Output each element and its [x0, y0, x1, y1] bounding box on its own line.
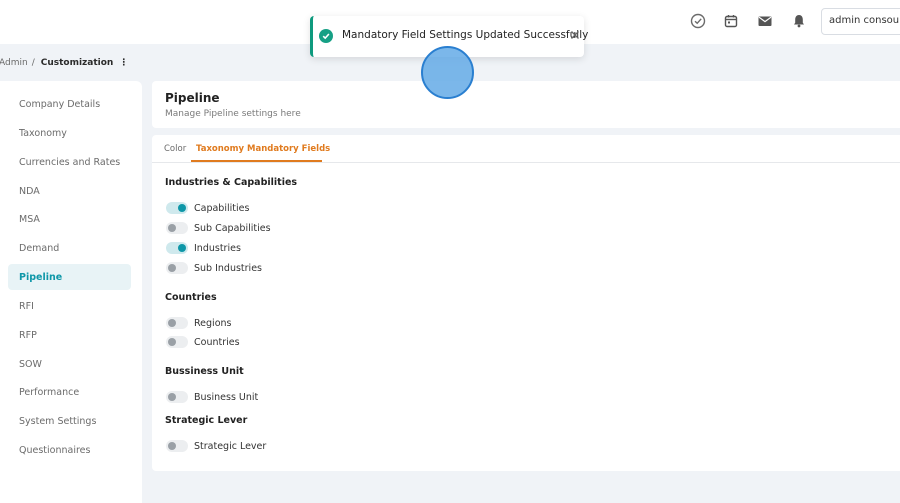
section-title-strategic-lever: Strategic Lever [165, 415, 248, 426]
tab-bar: Color Taxonomy Mandatory Fields [152, 135, 900, 163]
toggle-sub-industries[interactable]: Sub Industries [166, 261, 262, 275]
section-title-countries: Countries [165, 292, 217, 303]
toggle-label: Business Unit [194, 391, 259, 403]
sidebar-item-label: MSA [19, 213, 40, 225]
sidebar-item-label: Company Details [19, 98, 101, 110]
sidebar-item-label: System Settings [19, 415, 97, 427]
toggle-switch[interactable] [166, 336, 188, 348]
breadcrumb-current: Customization [40, 58, 114, 68]
sidebar-item-label: Pipeline [19, 271, 63, 283]
sidebar-item-performance[interactable]: Performance [8, 379, 131, 405]
sidebar-item-sow[interactable]: SOW [8, 351, 131, 377]
toggle-switch[interactable] [166, 262, 188, 274]
sidebar-item-label: Questionnaires [19, 444, 91, 456]
toggle-countries[interactable]: Countries [166, 335, 240, 349]
sidebar-item-label: Performance [19, 386, 80, 398]
user-menu[interactable]: admin consourc [821, 8, 900, 35]
toggle-switch[interactable] [166, 202, 188, 214]
sidebar-item-label: Currencies and Rates [19, 156, 121, 168]
sidebar-item-pipeline[interactable]: Pipeline [8, 264, 131, 290]
toggle-label: Industries [194, 242, 241, 254]
tab-taxonomy-mandatory-fields[interactable]: Taxonomy Mandatory Fields [196, 144, 330, 154]
mail-icon[interactable] [756, 12, 774, 30]
toggle-capabilities[interactable]: Capabilities [166, 201, 249, 215]
toggle-switch[interactable] [166, 242, 188, 254]
sidebar-item-label: RFI [19, 300, 34, 312]
toggle-switch[interactable] [166, 317, 188, 329]
page-header: Pipeline Manage Pipeline settings here [152, 81, 900, 128]
active-tab-indicator [191, 160, 322, 162]
sidebar-item-company-details[interactable]: Company Details [8, 91, 131, 117]
sidebar: Company Details Taxonomy Currencies and … [0, 81, 142, 503]
sidebar-item-label: NDA [19, 185, 40, 197]
toggle-business-unit[interactable]: Business Unit [166, 390, 258, 404]
toggle-label: Regions [194, 317, 232, 329]
sidebar-item-rfi[interactable]: RFI [8, 293, 131, 319]
toggle-switch[interactable] [166, 222, 188, 234]
sidebar-item-label: Demand [19, 242, 60, 254]
toggle-switch[interactable] [166, 391, 188, 403]
toggle-label: Strategic Lever [194, 440, 267, 452]
toggle-strategic-lever[interactable]: Strategic Lever [166, 439, 266, 453]
sidebar-item-system-settings[interactable]: System Settings [8, 408, 131, 434]
sidebar-item-label: RFP [19, 329, 37, 341]
toggle-industries[interactable]: Industries [166, 241, 241, 255]
check-circle-icon[interactable] [689, 12, 707, 30]
calendar-icon[interactable] [722, 12, 740, 30]
toggle-label: Sub Capabilities [194, 222, 271, 234]
toggle-switch[interactable] [166, 440, 188, 452]
sidebar-item-taxonomy[interactable]: Taxonomy [8, 120, 131, 146]
bell-icon[interactable] [790, 12, 808, 30]
section-title-bussiness-unit: Bussiness Unit [165, 366, 244, 377]
page-title: Pipeline [165, 91, 220, 105]
sidebar-item-label: Taxonomy [19, 127, 67, 139]
toggle-label: Sub Industries [194, 262, 262, 274]
breadcrumb-separator: / [31, 58, 35, 68]
toggle-sub-capabilities[interactable]: Sub Capabilities [166, 221, 271, 235]
toggle-label: Capabilities [194, 202, 250, 214]
page-subtitle: Manage Pipeline settings here [165, 109, 301, 119]
sidebar-item-label: SOW [19, 358, 42, 370]
check-circle-icon [319, 29, 333, 43]
toast-message: Mandatory Field Settings Updated Success… [342, 29, 589, 41]
sidebar-item-rfp[interactable]: RFP [8, 322, 131, 348]
sidebar-item-questionnaires[interactable]: Questionnaires [8, 437, 131, 463]
sidebar-item-nda[interactable]: NDA [8, 178, 131, 204]
toggle-regions[interactable]: Regions [166, 316, 231, 330]
tab-color[interactable]: Color [164, 144, 186, 154]
breadcrumb-admin[interactable]: Admin [0, 58, 28, 68]
breadcrumb: Admin / Customization ⋮ [0, 56, 128, 70]
kebab-menu-icon[interactable]: ⋮ [119, 58, 128, 68]
close-icon[interactable] [569, 29, 581, 41]
sidebar-item-msa[interactable]: MSA [8, 206, 131, 232]
sidebar-item-demand[interactable]: Demand [8, 235, 131, 261]
section-title-industries-capabilities: Industries & Capabilities [165, 177, 298, 188]
toggle-label: Countries [194, 336, 240, 348]
click-indicator [421, 46, 474, 99]
sidebar-item-currencies-and-rates[interactable]: Currencies and Rates [8, 149, 131, 175]
settings-panel: Color Taxonomy Mandatory Fields Industri… [152, 135, 900, 471]
